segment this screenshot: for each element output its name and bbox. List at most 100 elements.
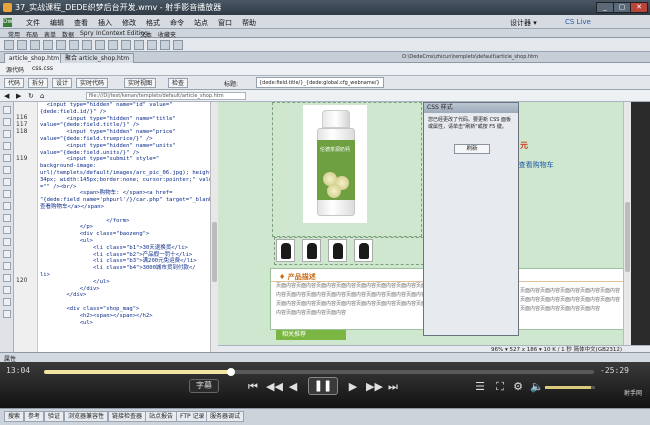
code-view-button[interactable]: 代码 (4, 78, 25, 88)
back-icon[interactable]: ◀ (4, 92, 9, 100)
table-icon[interactable] (43, 40, 53, 50)
tab-reference[interactable]: 参考 (24, 411, 45, 422)
tab-article-shop-merged[interactable]: 聚合 article_shop.htm (60, 53, 135, 63)
css-panel-header[interactable]: CSS 样式 (424, 103, 518, 113)
menu-modify[interactable]: 修改 (122, 18, 136, 28)
design-scrollbar-thumb[interactable] (625, 202, 630, 272)
image-icon[interactable] (69, 40, 79, 50)
related-file-source[interactable]: 源代码 (6, 65, 24, 74)
previous-icon[interactable]: ⏮ (246, 380, 260, 394)
tab-link-checker[interactable]: 链接检查器 (108, 411, 147, 422)
server-side-include-icon[interactable] (108, 40, 118, 50)
tab-server-debug[interactable]: 服务器调试 (206, 411, 245, 422)
thumbnail-image[interactable] (276, 239, 295, 262)
home-icon[interactable]: ⌂ (40, 92, 44, 100)
media-icon[interactable] (82, 40, 92, 50)
live-view-button[interactable]: 实时视图 (124, 78, 157, 88)
syntax-error-alerts-icon[interactable] (3, 214, 11, 222)
expand-all-icon[interactable] (3, 154, 11, 162)
code-scrollbar-thumb[interactable] (212, 222, 217, 282)
design-scrollbar[interactable] (623, 102, 631, 352)
pause-button[interactable]: ❚❚ (308, 377, 338, 395)
div-icon[interactable] (56, 40, 66, 50)
page-title-input[interactable]: {dede:field.title/}_{dede:global.cfg_web… (256, 77, 384, 88)
wrap-tag-icon[interactable] (3, 250, 11, 258)
remove-comment-icon[interactable] (3, 238, 11, 246)
tab-article-shop[interactable]: article_shop.htm (4, 53, 65, 63)
recent-snippets-icon[interactable] (3, 262, 11, 270)
fast-forward-icon[interactable]: ▶▶ (366, 380, 383, 394)
open-documents-icon[interactable] (3, 106, 11, 114)
thumbnail-image[interactable] (302, 239, 321, 262)
anchor-icon[interactable] (30, 40, 40, 50)
refresh-button[interactable]: 刷新 (454, 144, 490, 154)
move-css-icon[interactable] (3, 274, 11, 282)
select-parent-tag-icon[interactable] (3, 166, 11, 174)
comment-icon[interactable] (121, 40, 131, 50)
code-editor[interactable]: <input type="hidden" name="id" value=" {… (38, 102, 210, 352)
volume-slider[interactable] (545, 386, 595, 389)
live-code-button[interactable]: 实时代码 (76, 78, 109, 88)
address-input[interactable]: file:///D|/test/kenan/templets/default/a… (86, 92, 246, 100)
refresh-icon[interactable]: ↻ (28, 92, 34, 100)
date-icon[interactable] (95, 40, 105, 50)
tab-search[interactable]: 搜索 (4, 411, 25, 422)
show-code-navigator-icon[interactable] (3, 118, 11, 126)
script-icon[interactable] (147, 40, 157, 50)
window-title: 37_实战课程_DEDE织梦后台开发.wmv - 射手影音播放器 (15, 3, 222, 12)
rewind-icon[interactable]: ◀◀ (266, 380, 283, 394)
cs-live-button[interactable]: CS Live (565, 18, 591, 26)
tag-chooser-icon[interactable] (173, 40, 183, 50)
menu-site[interactable]: 站点 (194, 18, 208, 28)
menu-command[interactable]: 命令 (170, 18, 184, 28)
related-file-css[interactable]: css.css (32, 65, 53, 72)
settings-icon[interactable]: ⚙ (512, 380, 524, 394)
next-icon[interactable]: ⏭ (386, 380, 400, 394)
balance-braces-icon[interactable] (3, 178, 11, 186)
tab-site-reports[interactable]: 站点报告 (145, 411, 178, 422)
maximize-button[interactable]: ▢ (613, 2, 631, 13)
hyperlink-icon[interactable] (4, 40, 14, 50)
split-view-button[interactable]: 拆分 (28, 78, 49, 88)
menu-view[interactable]: 查看 (74, 18, 88, 28)
volume-icon[interactable]: 🔈 (530, 380, 544, 394)
close-button[interactable]: ✕ (630, 2, 648, 13)
format-source-icon[interactable] (3, 310, 11, 318)
insert-tab-spry[interactable]: Spry (80, 30, 94, 37)
collapse-tag-icon[interactable] (3, 130, 11, 138)
workspace-switcher[interactable]: 设计器 ▾ (510, 18, 537, 28)
forward-icon[interactable]: ▶ (16, 92, 21, 100)
indent-code-icon[interactable] (3, 286, 11, 294)
thumbnail-image[interactable] (328, 239, 347, 262)
product-bottle-image[interactable]: 伦德茶源奶钙 (317, 110, 355, 222)
line-numbers-icon[interactable] (3, 190, 11, 198)
tab-validation[interactable]: 验证 (44, 411, 65, 422)
apply-comment-icon[interactable] (3, 226, 11, 234)
subtitle-button[interactable]: 字幕 (189, 379, 219, 393)
menu-edit[interactable]: 编辑 (50, 18, 64, 28)
step-back-icon[interactable]: ◀ (286, 380, 300, 394)
code-scrollbar[interactable] (210, 102, 218, 352)
highlight-invalid-code-icon[interactable] (3, 202, 11, 210)
menu-window[interactable]: 窗口 (218, 18, 232, 28)
menu-help[interactable]: 帮助 (242, 18, 256, 28)
design-view-button[interactable]: 设计 (52, 78, 73, 88)
template-icon[interactable] (160, 40, 170, 50)
fullscreen-icon[interactable]: ⛶ (494, 380, 506, 394)
tab-browser-compat[interactable]: 浏览器兼容性 (64, 411, 109, 422)
collapse-selection-icon[interactable] (3, 142, 11, 150)
menu-insert[interactable]: 插入 (98, 18, 112, 28)
email-link-icon[interactable] (17, 40, 27, 50)
menu-format[interactable]: 格式 (146, 18, 160, 28)
minimize-button[interactable]: _ (596, 2, 614, 13)
menu-file[interactable]: 文件 (26, 18, 40, 28)
head-icon[interactable] (134, 40, 144, 50)
inspect-button[interactable]: 检查 (168, 78, 189, 88)
thumbnail-image[interactable] (354, 239, 373, 262)
step-forward-icon[interactable]: ▶ (346, 380, 360, 394)
playlist-icon[interactable]: ☰ (474, 380, 486, 394)
seek-bar[interactable] (44, 368, 594, 376)
seek-handle[interactable] (227, 368, 235, 376)
outdent-code-icon[interactable] (3, 298, 11, 306)
tab-ftp-log[interactable]: FTP 记录 (176, 411, 209, 422)
